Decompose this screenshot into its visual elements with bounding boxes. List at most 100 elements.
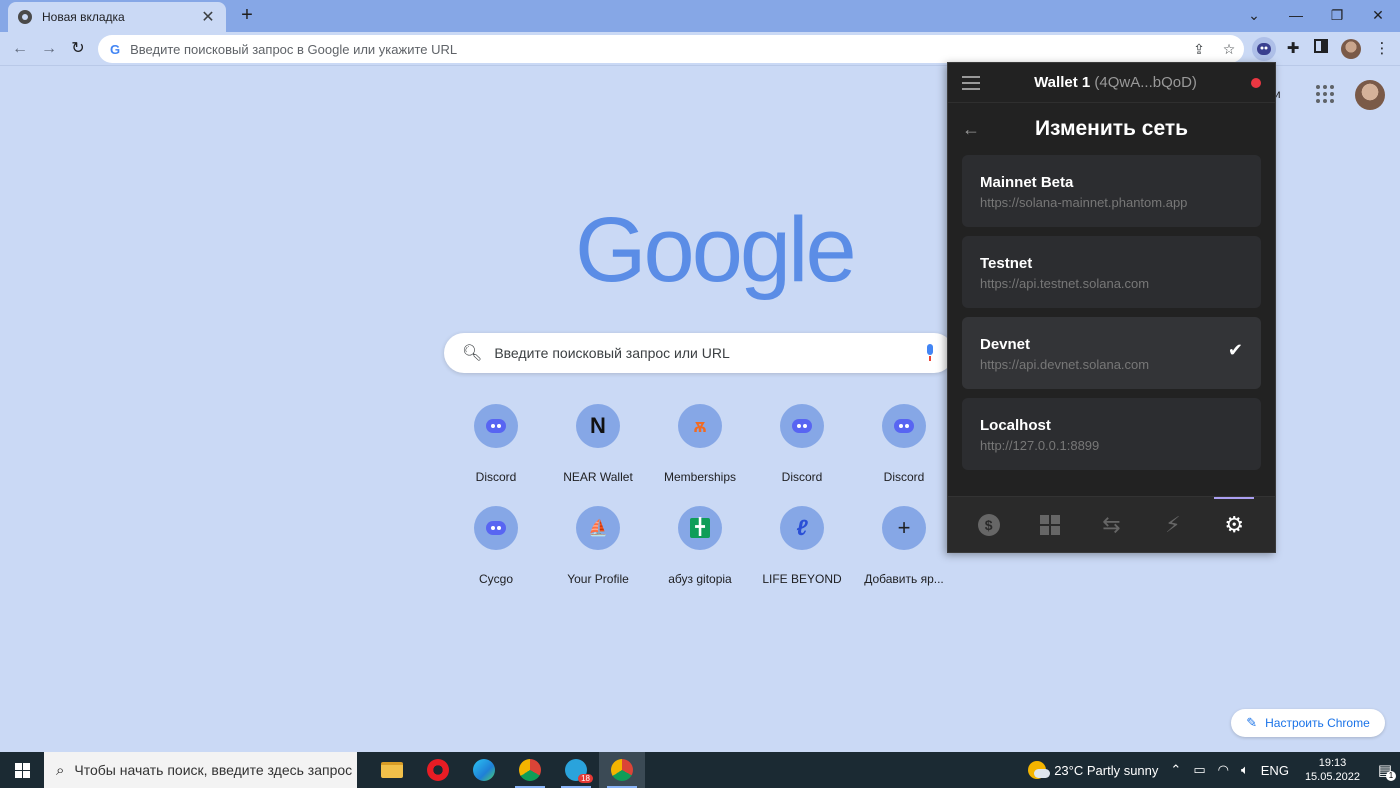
microphone-icon[interactable] xyxy=(918,341,942,365)
file-explorer-icon[interactable] xyxy=(369,752,415,788)
shortcut-discord-2[interactable]: Discord xyxy=(754,404,850,484)
opera-icon[interactable] xyxy=(415,752,461,788)
forward-button[interactable]: → xyxy=(38,38,60,60)
tab-new-tab[interactable]: Новая вкладка ✕ xyxy=(8,2,226,32)
settings-tab-gear-icon[interactable]: ⚙ xyxy=(1214,496,1255,545)
ntp-search-box[interactable]: 🔍︎ Введите поисковый запрос или URL xyxy=(444,333,954,373)
google-g-icon: G xyxy=(110,41,121,57)
chrome-alt-icon[interactable] xyxy=(507,752,553,788)
address-bar[interactable]: G Введите поисковый запрос в Google или … xyxy=(98,35,1244,63)
lifebeyond-icon: ℓ xyxy=(780,506,824,550)
chrome-menu-icon[interactable]: ⋮ xyxy=(1370,37,1394,61)
notification-center-icon[interactable]: ▤ 1 xyxy=(1370,761,1400,781)
network-url: https://solana-mainnet.phantom.app xyxy=(980,195,1188,210)
page-title: Изменить сеть xyxy=(1034,117,1189,140)
network-item-devnet[interactable]: Devnet https://api.devnet.solana.com ✔ xyxy=(962,317,1261,389)
shortcut-memberships[interactable]: ѫ Memberships xyxy=(652,404,748,484)
share-icon[interactable]: ⇪ xyxy=(1184,41,1214,58)
network-url: https://api.testnet.solana.com xyxy=(980,276,1150,291)
shortcut-label: NEAR Wallet xyxy=(563,470,633,484)
shortcut-life-beyond[interactable]: ℓ LIFE BEYOND xyxy=(754,506,850,586)
taskbar-search[interactable]: ⌕ Чтобы начать поиск, введите здесь запр… xyxy=(44,752,357,788)
chrome-icon[interactable] xyxy=(599,752,645,788)
swap-tab-arrows-icon[interactable]: ⇆ xyxy=(1091,505,1131,545)
partly-sunny-icon xyxy=(1028,761,1051,779)
shortcut-gitopia[interactable]: ╋ абуз gitopia xyxy=(652,506,748,586)
shortcut-label: Cycgo xyxy=(478,572,513,586)
network-url: http://127.0.0.1:8899 xyxy=(980,438,1100,453)
phantom-popup: Wallet 1 (4QwA...bQoD) ← Изменить сеть M… xyxy=(947,62,1276,553)
customize-chrome-button[interactable]: ✎ Настроить Chrome xyxy=(1231,709,1385,737)
telegram-badge: 18 xyxy=(578,774,593,783)
wallet-name: Wallet 1 xyxy=(1034,74,1091,91)
volume-icon[interactable]: 🔈︎ xyxy=(1235,762,1255,778)
windows-taskbar: ⌕ Чтобы начать поиск, введите здесь запр… xyxy=(0,752,1400,788)
google-apps-icon[interactable] xyxy=(1316,85,1334,103)
shortcut-near-wallet[interactable]: N NEAR Wallet xyxy=(550,404,646,484)
bookmark-star-icon[interactable]: ☆ xyxy=(1214,41,1244,58)
network-item-localhost[interactable]: Localhost http://127.0.0.1:8899 xyxy=(962,398,1261,470)
wallet-selector[interactable]: Wallet 1 (4QwA...bQoD) xyxy=(980,74,1251,91)
reload-button[interactable]: ↻ xyxy=(67,38,89,60)
network-item-testnet[interactable]: Testnet https://api.testnet.solana.com xyxy=(962,236,1261,308)
system-tray: 23°C Partly sunny ⌃ ▭ ◠ 🔈︎ ENG 19:13 15.… xyxy=(1022,752,1400,788)
minimize-button[interactable]: — xyxy=(1276,4,1316,26)
phantom-subheader: ← Изменить сеть xyxy=(948,103,1275,155)
near-icon: N xyxy=(576,404,620,448)
edge-icon[interactable] xyxy=(461,752,507,788)
network-name: Devnet xyxy=(980,336,1031,353)
close-window-button[interactable]: ✕ xyxy=(1358,4,1398,26)
wallet-tab-dollar-icon[interactable]: $ xyxy=(969,505,1009,545)
chrome-favicon-icon xyxy=(18,10,32,24)
extensions-puzzle-icon[interactable]: ✚ xyxy=(1281,37,1305,61)
weather-text: 23°C Partly sunny xyxy=(1054,762,1159,778)
back-button[interactable]: ← xyxy=(9,38,31,60)
tray-overflow-chevron-icon[interactable]: ⌃ xyxy=(1164,762,1187,778)
shortcut-your-profile[interactable]: ⛵ Your Profile xyxy=(550,506,646,586)
phantom-extension-icon[interactable] xyxy=(1252,37,1276,61)
network-item-mainnet-beta[interactable]: Mainnet Beta https://solana-mainnet.phan… xyxy=(962,155,1261,227)
network-name: Localhost xyxy=(980,417,1051,434)
checkmark-icon: ✔ xyxy=(1227,340,1243,360)
collectibles-tab-grid-icon[interactable] xyxy=(1030,505,1070,545)
start-button[interactable] xyxy=(0,752,44,788)
maximize-button[interactable]: ❐ xyxy=(1317,4,1357,26)
shortcut-add[interactable]: + Добавить яр... xyxy=(856,506,952,586)
network-list: Mainnet Beta https://solana-mainnet.phan… xyxy=(948,155,1275,470)
telegram-icon[interactable]: 18 xyxy=(553,752,599,788)
shortcut-label: Memberships xyxy=(663,470,737,484)
side-panel-icon[interactable] xyxy=(1309,37,1333,61)
clock-time: 19:13 xyxy=(1318,757,1347,769)
hamburger-menu-icon[interactable] xyxy=(962,72,980,94)
google-account-avatar[interactable] xyxy=(1355,80,1385,110)
google-logo: Google xyxy=(575,199,857,301)
clock[interactable]: 19:13 15.05.2022 xyxy=(1295,756,1370,784)
search-icon: 🔍︎ xyxy=(462,345,483,362)
shortcut-label: Discord xyxy=(781,470,823,484)
weather-widget[interactable]: 23°C Partly sunny xyxy=(1022,761,1164,779)
gitopia-icon: ╋ xyxy=(678,506,722,550)
shortcut-label: LIFE BEYOND xyxy=(762,572,842,586)
shortcut-cycgo[interactable]: Cycgo xyxy=(448,506,544,586)
new-tab-button[interactable]: + xyxy=(236,4,258,26)
shortcut-discord-3[interactable]: Discord xyxy=(856,404,952,484)
shortcut-label: Your Profile xyxy=(567,572,629,586)
notification-count: 1 xyxy=(1386,771,1396,781)
wallet-address: (4QwA...bQoD) xyxy=(1094,74,1197,91)
battery-icon[interactable]: ▭ xyxy=(1187,762,1211,778)
plus-icon: + xyxy=(882,506,926,550)
shortcut-discord[interactable]: Discord xyxy=(448,404,544,484)
tab-search-icon[interactable]: ⌄ xyxy=(1234,4,1274,26)
search-icon: ⌕ xyxy=(56,761,65,779)
shortcut-label: абуз gitopia xyxy=(668,572,732,586)
wifi-icon[interactable]: ◠ xyxy=(1212,762,1235,778)
language-indicator[interactable]: ENG xyxy=(1255,763,1295,778)
close-tab-icon[interactable]: ✕ xyxy=(200,7,216,27)
back-arrow-icon[interactable]: ← xyxy=(962,119,986,140)
address-bar-placeholder: Введите поисковый запрос в Google или ук… xyxy=(130,41,458,57)
connection-status-dot xyxy=(1251,77,1261,88)
activity-tab-lightning-icon[interactable]: ⚡︎ xyxy=(1153,505,1193,545)
tab-strip: Новая вкладка ✕ + ⌄ — ❐ ✕ xyxy=(0,0,1400,32)
windows-logo-icon xyxy=(14,762,30,778)
profile-avatar-icon[interactable] xyxy=(1341,39,1361,59)
